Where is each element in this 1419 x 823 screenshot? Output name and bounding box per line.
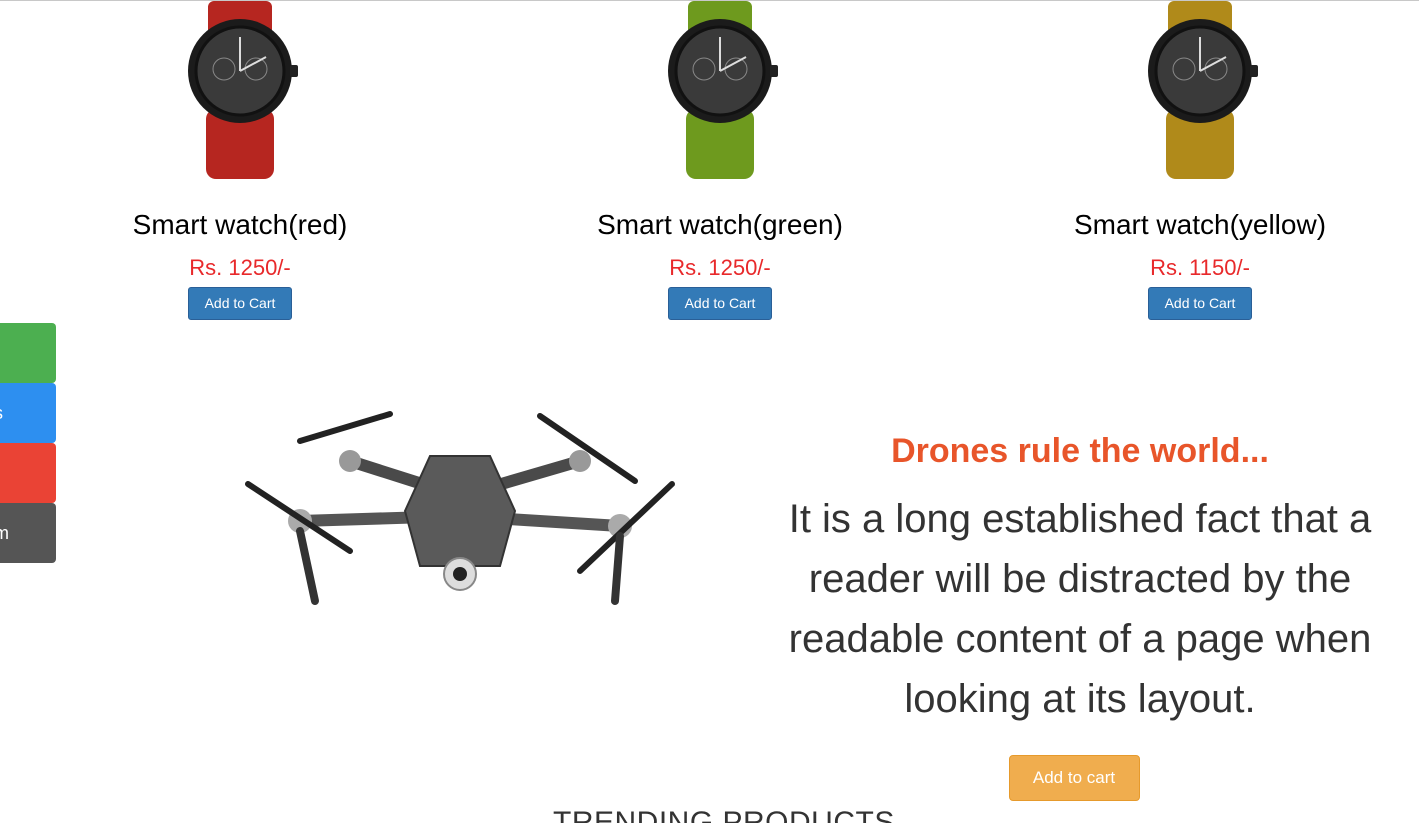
product-price: Rs. 1250/- <box>189 255 291 280</box>
social-share-label: m <box>0 523 9 543</box>
product-title: Smart watch(green) <box>597 209 843 240</box>
social-share-button[interactable]: t <box>0 443 56 503</box>
product-card: Smart watch(green) Rs. 1250/- Add to Car… <box>570 1 870 320</box>
social-sidebar: s t m <box>0 323 56 563</box>
product-image[interactable] <box>170 1 310 179</box>
add-to-cart-button[interactable]: Add to Cart <box>668 287 772 320</box>
trending-products-heading: TRENDING PRODUCTS <box>553 806 895 823</box>
product-image[interactable] <box>650 1 790 179</box>
social-share-button[interactable]: s <box>0 383 56 443</box>
social-share-label: s <box>0 403 3 423</box>
drone-image <box>240 406 680 611</box>
promo-heading: Drones rule the world... <box>891 432 1269 470</box>
product-price: Rs. 1250/- <box>669 255 771 280</box>
product-image[interactable] <box>1130 1 1270 179</box>
product-card: Smart watch(red) Rs. 1250/- Add to Cart <box>90 1 390 320</box>
product-title: Smart watch(red) <box>132 209 348 240</box>
social-share-button[interactable] <box>0 323 56 383</box>
add-to-cart-button[interactable]: Add to Cart <box>1148 287 1252 320</box>
social-share-button[interactable]: m <box>0 503 56 563</box>
promo-body: It is a long established fact that a rea… <box>788 497 1372 721</box>
promo-add-to-cart-button[interactable]: Add to cart <box>1008 755 1140 801</box>
product-card: Smart watch(yellow) Rs. 1150/- Add to Ca… <box>1050 1 1350 320</box>
product-price: Rs. 1150/- <box>1150 255 1250 280</box>
promo-section: Drones rule the world... It is a long es… <box>760 429 1400 801</box>
page: Smart watch(red) Rs. 1250/- Add to Cart … <box>0 0 1419 823</box>
add-to-cart-button[interactable]: Add to Cart <box>188 287 292 320</box>
product-title: Smart watch(yellow) <box>1073 209 1327 240</box>
